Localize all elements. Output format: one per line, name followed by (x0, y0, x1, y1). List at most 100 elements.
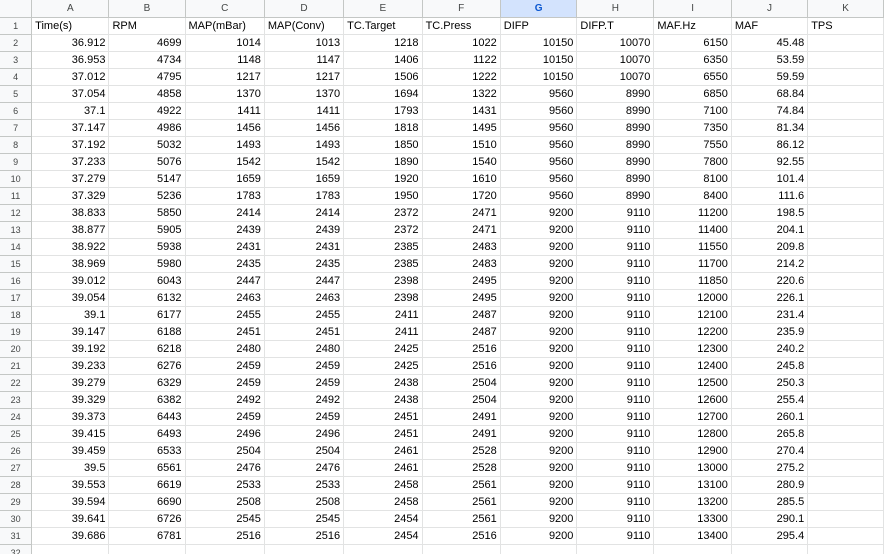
cell[interactable]: 8990 (576, 187, 655, 205)
cell[interactable]: 9200 (500, 221, 578, 239)
cell[interactable]: 9110 (576, 289, 655, 307)
cell[interactable]: 11850 (653, 272, 732, 290)
cell[interactable]: 1411 (185, 102, 265, 120)
cell[interactable]: 12500 (653, 374, 732, 392)
cell[interactable]: 2431 (185, 238, 265, 256)
cell[interactable]: 8990 (576, 119, 655, 137)
cell[interactable]: 2372 (343, 221, 423, 239)
cell[interactable]: 6276 (108, 357, 186, 375)
cell[interactable] (807, 153, 884, 171)
cell[interactable]: 11400 (653, 221, 732, 239)
cell[interactable]: 6690 (108, 493, 186, 511)
cell[interactable]: 2438 (343, 374, 423, 392)
cell[interactable]: 2533 (185, 476, 265, 494)
header-cell[interactable]: RPM (108, 17, 186, 35)
row-number[interactable]: 2 (0, 34, 33, 52)
column-header-a[interactable]: A (31, 0, 110, 18)
row-number[interactable]: 9 (0, 153, 33, 171)
cell[interactable] (653, 544, 732, 554)
cell[interactable]: 6726 (108, 510, 186, 528)
column-header-b[interactable]: B (108, 0, 186, 18)
cell[interactable]: 2471 (422, 204, 501, 222)
cell[interactable]: 6043 (108, 272, 186, 290)
row-number[interactable]: 20 (0, 340, 33, 358)
cell[interactable]: 2463 (264, 289, 345, 307)
cell[interactable]: 2398 (343, 272, 423, 290)
cell[interactable]: 9110 (576, 323, 655, 341)
cell[interactable]: 12400 (653, 357, 732, 375)
cell[interactable]: 6329 (108, 374, 186, 392)
cell[interactable]: 9110 (576, 493, 655, 511)
cell[interactable]: 9200 (500, 510, 578, 528)
cell[interactable]: 2385 (343, 255, 423, 273)
cell[interactable]: 1783 (185, 187, 265, 205)
cell[interactable]: 12300 (653, 340, 732, 358)
cell[interactable]: 9200 (500, 238, 578, 256)
cell[interactable] (264, 544, 345, 554)
cell[interactable]: 101.4 (731, 170, 809, 188)
cell[interactable]: 275.2 (731, 459, 809, 477)
cell[interactable]: 2504 (422, 391, 501, 409)
cell[interactable] (807, 255, 884, 273)
row-number[interactable]: 14 (0, 238, 33, 256)
cell[interactable]: 5938 (108, 238, 186, 256)
cell[interactable]: 8990 (576, 102, 655, 120)
row-number[interactable]: 6 (0, 102, 33, 120)
cell[interactable]: 2461 (343, 459, 423, 477)
column-header-g[interactable]: G (500, 0, 578, 18)
cell[interactable] (807, 272, 884, 290)
cell[interactable]: 1659 (264, 170, 345, 188)
cell[interactable]: 10150 (500, 51, 578, 69)
cell[interactable]: 6150 (653, 34, 732, 52)
cell[interactable]: 10150 (500, 68, 578, 86)
cell[interactable]: 9560 (500, 187, 578, 205)
cell[interactable]: 10070 (576, 34, 655, 52)
cell[interactable]: 12000 (653, 289, 732, 307)
row-number[interactable]: 17 (0, 289, 33, 307)
cell[interactable]: 8990 (576, 136, 655, 154)
cell[interactable]: 37.233 (31, 153, 110, 171)
cell[interactable]: 6218 (108, 340, 186, 358)
cell[interactable] (500, 544, 578, 554)
cell[interactable]: 1850 (343, 136, 423, 154)
cell[interactable]: 39.686 (31, 527, 110, 545)
cell[interactable]: 2431 (264, 238, 345, 256)
cell[interactable]: 92.55 (731, 153, 809, 171)
cell[interactable]: 2414 (264, 204, 345, 222)
row-number[interactable]: 27 (0, 459, 33, 477)
cell[interactable]: 2447 (185, 272, 265, 290)
cell[interactable] (807, 374, 884, 392)
cell[interactable] (807, 544, 884, 554)
cell[interactable]: 6493 (108, 425, 186, 443)
cell[interactable]: 9200 (500, 204, 578, 222)
cell[interactable]: 290.1 (731, 510, 809, 528)
cell[interactable]: 6550 (653, 68, 732, 86)
cell[interactable]: 2439 (264, 221, 345, 239)
cell[interactable]: 39.594 (31, 493, 110, 511)
cell[interactable] (807, 357, 884, 375)
cell[interactable]: 13200 (653, 493, 732, 511)
cell[interactable]: 2425 (343, 357, 423, 375)
cell[interactable]: 1793 (343, 102, 423, 120)
cell[interactable]: 39.1 (31, 306, 110, 324)
cell[interactable] (807, 323, 884, 341)
cell[interactable]: 9110 (576, 255, 655, 273)
cell[interactable]: 7100 (653, 102, 732, 120)
cell[interactable]: 2528 (422, 459, 501, 477)
cell[interactable]: 9560 (500, 102, 578, 120)
cell[interactable]: 37.279 (31, 170, 110, 188)
cell[interactable] (807, 391, 884, 409)
cell[interactable]: 1493 (264, 136, 345, 154)
cell[interactable]: 2504 (264, 442, 345, 460)
cell[interactable]: 1147 (264, 51, 345, 69)
cell[interactable] (807, 442, 884, 460)
cell[interactable]: 2516 (422, 357, 501, 375)
cell[interactable]: 2492 (264, 391, 345, 409)
spreadsheet-grid[interactable]: A B C D E F G H I J K 1 Time(s) RPM MAP(mBar) MAP(Conv)… (0, 0, 884, 554)
cell[interactable]: 5980 (108, 255, 186, 273)
cell[interactable]: 4922 (108, 102, 186, 120)
cell[interactable]: 1506 (343, 68, 423, 86)
cell[interactable]: 6382 (108, 391, 186, 409)
cell[interactable]: 1406 (343, 51, 423, 69)
cell[interactable]: 9200 (500, 374, 578, 392)
